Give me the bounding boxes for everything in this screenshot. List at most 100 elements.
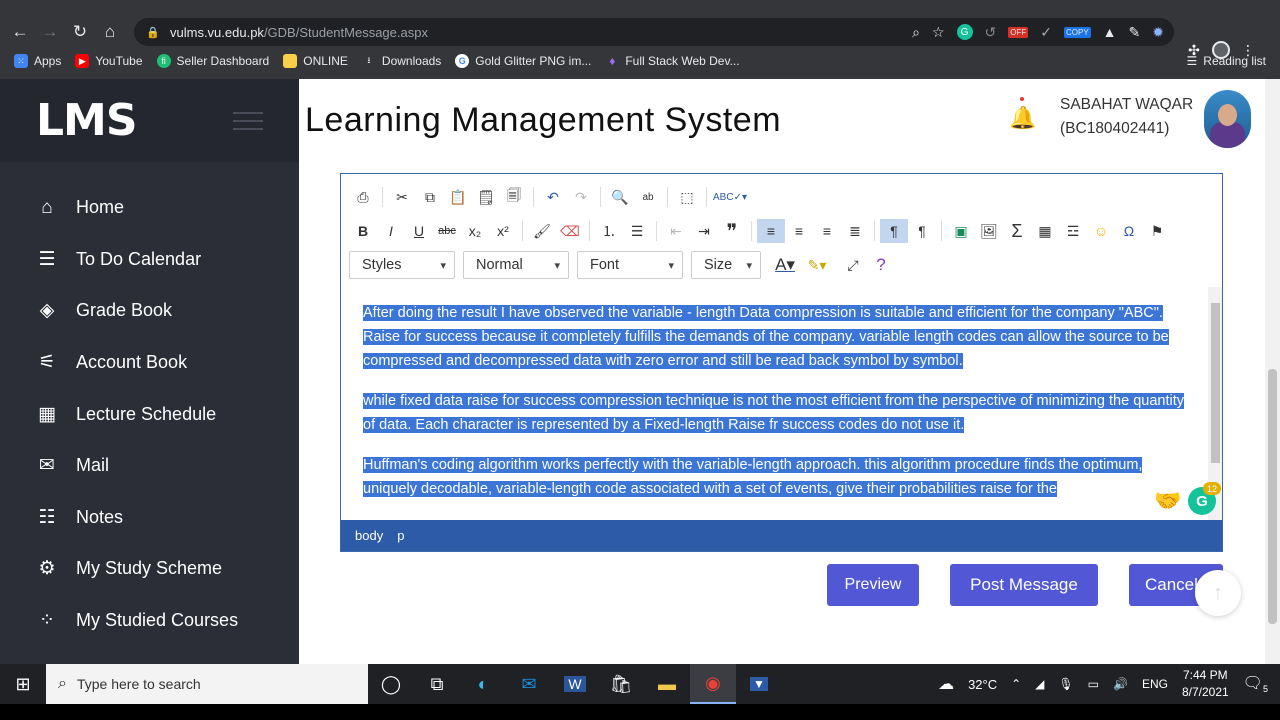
sidebar-item-grade-book[interactable]: ◈ Grade Book bbox=[0, 285, 299, 337]
off-ext-icon[interactable]: OFF bbox=[1008, 26, 1029, 38]
rtl-icon[interactable]: ¶ bbox=[908, 219, 936, 243]
align-center-icon[interactable]: ≡ bbox=[785, 219, 813, 243]
sidebar-item-account-book[interactable]: ⚟ Account Book bbox=[0, 337, 299, 389]
paste-icon[interactable]: 📋 bbox=[444, 185, 472, 209]
windows-start-icon[interactable]: ⊞ bbox=[0, 664, 46, 704]
check-ext-icon[interactable]: ✓ bbox=[1040, 24, 1052, 41]
table-icon[interactable]: ▦ bbox=[1031, 219, 1059, 243]
bookmark-youtube[interactable]: ▶ YouTube bbox=[75, 54, 143, 68]
spellcheck-icon[interactable]: ABC✓▾ bbox=[712, 185, 748, 209]
redo-icon[interactable]: ↷ bbox=[567, 185, 595, 209]
sidebar-item-my-studied-courses[interactable]: ⁘ My Studied Courses bbox=[0, 595, 299, 647]
smiley-icon[interactable]: ☺ bbox=[1087, 219, 1115, 243]
reload-icon[interactable]: ↻ bbox=[65, 18, 95, 46]
maximize-icon[interactable]: ⤢ bbox=[839, 253, 867, 277]
horizontal-line-icon[interactable]: ☲ bbox=[1059, 219, 1087, 243]
size-dropdown[interactable]: Size bbox=[691, 251, 761, 279]
ltr-icon[interactable]: ¶ bbox=[880, 219, 908, 243]
underline-icon[interactable]: U bbox=[405, 219, 433, 243]
outdent-icon[interactable]: ⇤ bbox=[662, 219, 690, 243]
edge-icon[interactable]: ◐ bbox=[460, 664, 506, 704]
bg-color-icon[interactable]: ✎▾ bbox=[801, 253, 833, 277]
cortana-icon[interactable]: ◯ bbox=[368, 664, 414, 704]
italic-icon[interactable]: I bbox=[377, 219, 405, 243]
paste-word-icon[interactable]: 🗐 bbox=[500, 185, 528, 209]
history-ext-icon[interactable]: ↺ bbox=[985, 24, 997, 41]
bulleted-list-icon[interactable]: ☰ bbox=[623, 219, 651, 243]
sidebar-item-notes[interactable]: ☷ Notes bbox=[0, 492, 299, 544]
replace-icon[interactable]: ab bbox=[634, 185, 662, 209]
superscript-icon[interactable]: x² bbox=[489, 219, 517, 243]
sidebar-item-mail[interactable]: ✉ Mail bbox=[0, 440, 299, 492]
sidebar-item-lecture-schedule[interactable]: ▦ Lecture Schedule bbox=[0, 388, 299, 440]
help-icon[interactable]: ? bbox=[867, 253, 895, 277]
numbered-list-icon[interactable]: ⒈ bbox=[595, 219, 623, 243]
indent-icon[interactable]: ⇥ bbox=[690, 219, 718, 243]
bookmark-gold-glitter[interactable]: G Gold Glitter PNG im... bbox=[455, 54, 591, 68]
undo-icon[interactable]: ↶ bbox=[539, 185, 567, 209]
grammarly-ext-icon[interactable]: G bbox=[956, 24, 973, 40]
avatar[interactable] bbox=[1204, 90, 1251, 148]
page-scrollbar[interactable] bbox=[1265, 79, 1280, 664]
remove-format-icon[interactable]: ⌫ bbox=[556, 219, 584, 243]
font-dropdown[interactable]: Font bbox=[577, 251, 683, 279]
select-all-icon[interactable]: ⬚ bbox=[673, 185, 701, 209]
mail-app-icon[interactable]: ✉ bbox=[506, 664, 552, 704]
address-bar[interactable]: 🔒 vulms.vu.edu.pk/GDB/StudentMessage.asp… bbox=[134, 18, 1174, 46]
clock[interactable]: 7:44 PM 8/7/2021 bbox=[1182, 667, 1229, 701]
path-body[interactable]: body bbox=[355, 528, 383, 543]
microphone-icon[interactable]: 🎙 bbox=[1058, 677, 1073, 691]
blockquote-icon[interactable]: ❞ bbox=[718, 219, 746, 243]
forward-icon[interactable]: → bbox=[35, 18, 65, 46]
bookmark-apps[interactable]: ⁙ Apps bbox=[14, 54, 61, 68]
battery-icon[interactable]: ▭ bbox=[1088, 677, 1099, 691]
format-dropdown[interactable]: Normal bbox=[463, 251, 569, 279]
store-icon[interactable]: 🛍 bbox=[598, 664, 644, 704]
sidebar-item-home[interactable]: ⌂ Home bbox=[0, 182, 299, 234]
sidebar-item-my-study-scheme[interactable]: ⚙ My Study Scheme bbox=[0, 543, 299, 595]
reading-list-button[interactable]: ☰ Reading list bbox=[1187, 50, 1266, 72]
paste-text-icon[interactable]: 🗒 bbox=[472, 185, 500, 209]
network-icon[interactable]: ◢ bbox=[1035, 677, 1044, 691]
notification-center-icon[interactable]: 🗨5 bbox=[1243, 673, 1268, 694]
bookmark-online[interactable]: ONLINE bbox=[283, 54, 348, 68]
sidebar-item-to-do-calendar[interactable]: ☰ To Do Calendar bbox=[0, 234, 299, 286]
path-p[interactable]: p bbox=[397, 528, 404, 543]
cut-icon[interactable]: ✂ bbox=[388, 185, 416, 209]
copy-format-icon[interactable]: 🖌 bbox=[528, 219, 556, 243]
bookmark-full-stack[interactable]: ♦ Full Stack Web Dev... bbox=[605, 54, 739, 68]
triangle-ext-icon[interactable]: ▲ bbox=[1103, 24, 1117, 40]
home-browser-icon[interactable]: ⌂ bbox=[95, 18, 125, 46]
chrome-icon[interactable]: ◉ bbox=[690, 664, 736, 704]
bell-icon[interactable]: 🔔 bbox=[1009, 105, 1036, 131]
copy-ext-icon[interactable]: COPY bbox=[1064, 26, 1091, 38]
editor-content[interactable]: After doing the result I have observed t… bbox=[341, 287, 1207, 520]
find-icon[interactable]: 🔍 bbox=[606, 185, 634, 209]
image-icon[interactable]: 🖼 bbox=[975, 219, 1003, 243]
task-view-icon[interactable]: ⧉ bbox=[414, 664, 460, 704]
back-icon[interactable]: ← bbox=[5, 18, 35, 46]
taskbar-search[interactable]: ⌕ Type here to search bbox=[46, 664, 368, 704]
bookmark-downloads[interactable]: ⭳ Downloads bbox=[362, 54, 441, 68]
bookmark-seller-dashboard[interactable]: fi Seller Dashboard bbox=[156, 54, 269, 68]
align-left-icon[interactable]: ≡ bbox=[757, 219, 785, 243]
hamburger-icon[interactable] bbox=[233, 112, 263, 136]
text-color-icon[interactable]: A▾ bbox=[769, 253, 801, 277]
anchor-flag-icon[interactable]: ⚑ bbox=[1143, 219, 1171, 243]
post-message-button[interactable]: Post Message bbox=[950, 564, 1098, 606]
gear-ext-icon[interactable]: ✹ bbox=[1152, 24, 1164, 41]
scroll-to-top-icon[interactable]: ↑ bbox=[1195, 570, 1241, 616]
bold-icon[interactable]: B bbox=[349, 219, 377, 243]
subscript-icon[interactable]: x₂ bbox=[461, 219, 489, 243]
pen-ext-icon[interactable]: ✎ bbox=[1129, 24, 1141, 41]
vpn-app-icon[interactable]: ▼ bbox=[736, 664, 782, 704]
preview-button[interactable]: Preview bbox=[827, 564, 919, 606]
math-icon[interactable]: Σ bbox=[1003, 219, 1031, 243]
insert-media-icon[interactable]: ▣ bbox=[947, 219, 975, 243]
special-char-icon[interactable]: Ω bbox=[1115, 219, 1143, 243]
chevron-up-icon[interactable]: ⌃ bbox=[1011, 677, 1021, 691]
word-icon[interactable]: W bbox=[552, 664, 598, 704]
volume-icon[interactable]: 🔊 bbox=[1113, 677, 1128, 691]
copy-icon[interactable]: ⧉ bbox=[416, 185, 444, 209]
justify-icon[interactable]: ≣ bbox=[841, 219, 869, 243]
